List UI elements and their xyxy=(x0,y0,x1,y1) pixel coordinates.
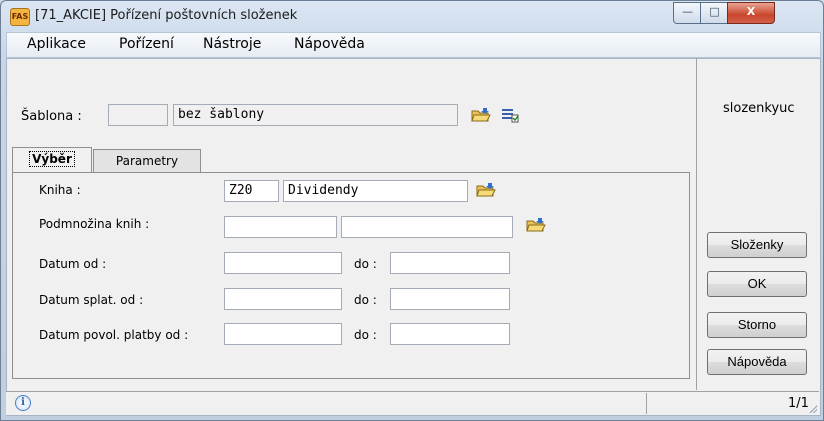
kniha-label: Kniha : xyxy=(39,183,81,197)
datum-povol-do-label: do : xyxy=(354,328,377,342)
list-icon[interactable] xyxy=(501,107,519,123)
podmnozina-field-a[interactable] xyxy=(224,216,337,238)
slozenky-button[interactable]: Složenky xyxy=(707,232,807,258)
status-separator xyxy=(646,393,647,414)
resize-grip[interactable] xyxy=(807,403,817,413)
datum-splat-do-field[interactable] xyxy=(390,288,510,310)
menu-bar: Aplikace Pořízení Nástroje Nápověda xyxy=(6,32,821,58)
close-button[interactable]: X xyxy=(727,2,775,24)
menu-aplikace[interactable]: Aplikace xyxy=(27,36,86,52)
status-page-counter: 1/1 xyxy=(788,396,809,411)
podmnozina-label: Podmnožina knih : xyxy=(39,217,150,231)
open-folder-icon[interactable] xyxy=(471,107,491,123)
kniha-open-folder-icon[interactable] xyxy=(476,182,496,198)
status-bar: i 1/1 xyxy=(6,391,819,415)
menu-porizeni[interactable]: Pořízení xyxy=(119,36,174,52)
datum-splat-label: Datum splat. od : xyxy=(39,293,144,307)
tab-vyber[interactable]: Výběr xyxy=(12,147,92,173)
datum-do-field[interactable] xyxy=(390,252,510,274)
datum-od-field[interactable] xyxy=(224,252,342,274)
title-bar[interactable]: FAS [71_AKCIE] Pořízení poštovních slože… xyxy=(1,1,823,31)
app-icon: FAS xyxy=(10,8,30,26)
minimize-button[interactable]: — xyxy=(673,2,702,24)
window-title: [71_AKCIE] Pořízení poštovních složenek xyxy=(35,8,298,23)
datum-povol-do-field[interactable] xyxy=(390,323,510,345)
user-label: slozenkyuc xyxy=(723,101,795,116)
datum-povol-od-field[interactable] xyxy=(224,323,342,345)
template-name-field[interactable]: bez šablony xyxy=(173,104,458,126)
podmnozina-field-b[interactable] xyxy=(341,216,513,238)
menu-nastroje[interactable]: Nástroje xyxy=(203,36,261,52)
datum-splat-do-label: do : xyxy=(354,293,377,307)
storno-button[interactable]: Storno xyxy=(707,312,807,338)
template-label: Šablona : xyxy=(21,109,82,124)
ok-button[interactable]: OK xyxy=(707,271,807,297)
kniha-name-field[interactable]: Dividendy xyxy=(283,180,468,202)
menu-napoveda[interactable]: Nápověda xyxy=(294,36,365,52)
tab-parametry[interactable]: Parametry xyxy=(93,149,201,173)
maximize-button[interactable]: □ xyxy=(700,2,729,24)
datum-do-label: do : xyxy=(354,257,377,271)
main-window: FAS [71_AKCIE] Pořízení poštovních slože… xyxy=(0,0,824,421)
datum-povol-label: Datum povol. platby od : xyxy=(39,328,189,342)
template-code-field[interactable] xyxy=(108,104,168,126)
datum-od-label: Datum od : xyxy=(39,257,107,271)
info-icon[interactable]: i xyxy=(15,395,31,411)
datum-splat-od-field[interactable] xyxy=(224,288,342,310)
podmnozina-open-folder-icon[interactable] xyxy=(526,217,546,233)
kniha-code-field[interactable]: Z20 xyxy=(224,180,279,202)
tab-panel xyxy=(12,172,690,379)
tab-vyber-label: Výběr xyxy=(29,151,75,167)
napoveda-button[interactable]: Nápověda xyxy=(707,349,807,375)
right-panel-divider xyxy=(696,58,697,390)
